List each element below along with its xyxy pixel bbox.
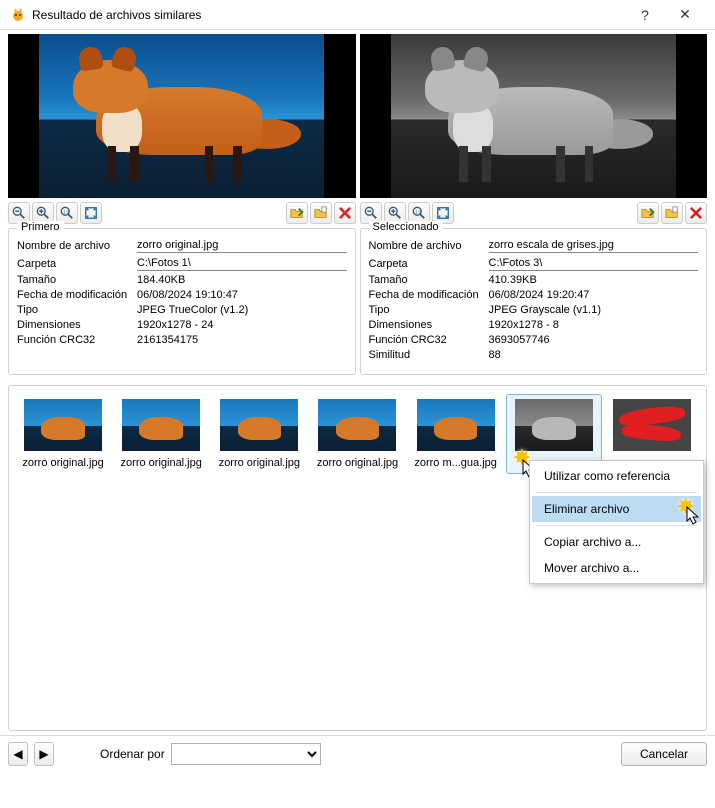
svg-text:1:1: 1:1 <box>415 209 422 214</box>
svg-text:1:1: 1:1 <box>63 209 70 214</box>
thumbnail-image <box>24 399 102 451</box>
sim-value: 88 <box>489 349 699 361</box>
cm-delete-file[interactable]: Eliminar archivo ✸ <box>532 496 701 522</box>
type-label: Tipo <box>17 304 137 316</box>
move-to-icon[interactable] <box>637 202 659 224</box>
mdate-value: 06/08/2024 19:10:47 <box>137 289 347 301</box>
mdate-value: 06/08/2024 19:20:47 <box>489 289 699 301</box>
folder-label: Carpeta <box>369 258 489 270</box>
sim-label: Similitud <box>369 349 489 361</box>
size-value: 410.39KB <box>489 274 699 286</box>
dim-value: 1920x1278 - 24 <box>137 319 347 331</box>
thumbnail-item[interactable]: zorro original.jpg <box>113 394 209 474</box>
thumbnail-item[interactable]: zorro original.jpg <box>211 394 307 474</box>
thumbnail-label: zorro original.jpg <box>312 457 402 469</box>
footer: ◀ ▶ Ordenar por Cancelar <box>0 735 715 772</box>
cancel-button[interactable]: Cancelar <box>621 742 707 766</box>
preview-left[interactable] <box>8 34 356 198</box>
copy-to-icon[interactable] <box>310 202 332 224</box>
move-to-icon[interactable] <box>286 202 308 224</box>
thumbnail-image <box>515 399 593 451</box>
filename-field[interactable] <box>137 238 347 253</box>
thumbnail-item[interactable]: zorro original.jpg <box>15 394 111 474</box>
size-label: Tamaño <box>369 274 489 286</box>
window-title: Resultado de archivos similares <box>32 8 625 22</box>
filename-field[interactable] <box>489 238 699 253</box>
close-button[interactable]: ✕ <box>665 6 705 23</box>
type-label: Tipo <box>369 304 489 316</box>
size-value: 184.40KB <box>137 274 347 286</box>
thumbnail-item[interactable]: zorro original.jpg <box>309 394 405 474</box>
sort-select[interactable] <box>171 743 321 765</box>
type-value: JPEG Grayscale (v1.1) <box>489 304 699 316</box>
delete-icon[interactable] <box>334 202 356 224</box>
thumbnail-image <box>220 399 298 451</box>
dim-value: 1920x1278 - 8 <box>489 319 699 331</box>
details-left: Primero Nombre de archivo Carpeta Tamaño… <box>8 228 356 375</box>
details-right-title: Seleccionado <box>369 221 443 233</box>
filename-label: Nombre de archivo <box>17 240 137 252</box>
folder-field[interactable] <box>489 256 699 271</box>
cursor-icon <box>685 506 703 528</box>
folder-field[interactable] <box>137 256 347 271</box>
thumbnail-image <box>613 399 691 451</box>
crc-value: 3693057746 <box>489 334 699 346</box>
cm-separator <box>536 492 697 493</box>
next-button[interactable]: ▶ <box>34 742 54 766</box>
type-value: JPEG TrueColor (v1.2) <box>137 304 347 316</box>
preview-row <box>8 34 707 198</box>
copy-to-icon[interactable] <box>661 202 683 224</box>
filename-label: Nombre de archivo <box>369 240 489 252</box>
dim-label: Dimensiones <box>369 319 489 331</box>
cm-copy-to[interactable]: Copiar archivo a... <box>532 529 701 555</box>
thumbnail-label: zorro original.jpg <box>18 457 108 469</box>
details-right: Seleccionado Nombre de archivo Carpeta T… <box>360 228 708 375</box>
cm-use-as-reference[interactable]: Utilizar como referencia <box>532 463 701 489</box>
crc-value: 2161354175 <box>137 334 347 346</box>
fit-icon[interactable] <box>80 202 102 224</box>
crc-label: Función CRC32 <box>369 334 489 346</box>
details-left-title: Primero <box>17 221 64 233</box>
mdate-label: Fecha de modificación <box>17 289 137 301</box>
app-icon <box>10 7 26 23</box>
thumbnail-label: zorro original.jpg <box>116 457 206 469</box>
delete-icon[interactable] <box>685 202 707 224</box>
thumbnail-label: zorro m...gua.jpg <box>411 457 501 469</box>
thumbnail-image <box>122 399 200 451</box>
help-button[interactable]: ? <box>625 7 665 23</box>
thumbnail-item[interactable]: zorro m...gua.jpg <box>408 394 504 474</box>
prev-button[interactable]: ◀ <box>8 742 28 766</box>
cm-separator <box>536 525 697 526</box>
thumbnail-image <box>417 399 495 451</box>
dim-label: Dimensiones <box>17 319 137 331</box>
sort-label: Ordenar por <box>100 747 165 761</box>
preview-right[interactable] <box>360 34 708 198</box>
context-menu: Utilizar como referencia Eliminar archiv… <box>529 460 704 584</box>
crc-label: Función CRC32 <box>17 334 137 346</box>
thumbnail-image <box>318 399 396 451</box>
cm-move-to[interactable]: Mover archivo a... <box>532 555 701 581</box>
size-label: Tamaño <box>17 274 137 286</box>
mdate-label: Fecha de modificación <box>369 289 489 301</box>
titlebar: Resultado de archivos similares ? ✕ <box>0 0 715 30</box>
cm-delete-file-label: Eliminar archivo <box>544 502 629 516</box>
thumbnail-label: zorro original.jpg <box>214 457 304 469</box>
folder-label: Carpeta <box>17 258 137 270</box>
